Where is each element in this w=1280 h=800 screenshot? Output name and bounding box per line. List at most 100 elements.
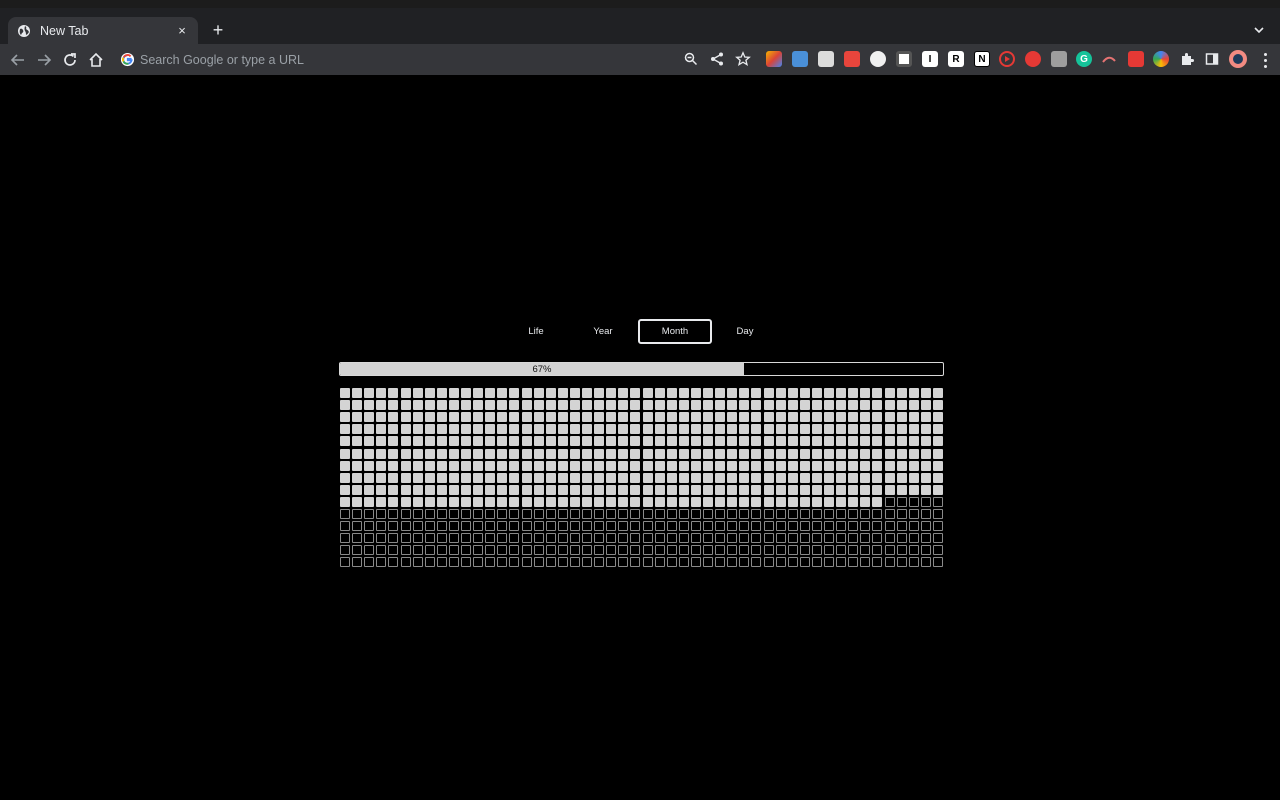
grid-cell [412, 388, 423, 398]
grid-cell [497, 509, 508, 519]
grid-cell [618, 388, 629, 398]
ext-icon-I[interactable]: I [922, 51, 938, 67]
ext-icon-2[interactable] [792, 51, 808, 67]
reload-icon[interactable] [61, 51, 79, 69]
ext-icon-4[interactable] [844, 51, 860, 67]
grid-cell [642, 412, 653, 423]
grid-cell [872, 460, 883, 471]
grid-cell [424, 533, 435, 544]
ext-icon-1[interactable] [766, 51, 782, 67]
grid-cell [799, 557, 810, 568]
grid-cell [400, 557, 411, 568]
ext-icon-colorwheel[interactable] [1153, 51, 1169, 67]
grid-cell [932, 412, 943, 423]
grid-cell [642, 509, 653, 519]
profile-avatar[interactable] [1229, 50, 1247, 68]
tab-close-button[interactable]: × [174, 23, 190, 38]
home-icon[interactable] [87, 51, 105, 69]
grid-cell [703, 484, 713, 495]
address-input[interactable] [140, 49, 640, 70]
mode-month-button[interactable]: Month [638, 319, 712, 344]
zoom-icon[interactable] [683, 51, 699, 67]
grid-cell [582, 557, 592, 568]
grid-cell [799, 509, 810, 519]
grid-cell [763, 448, 774, 459]
grid-cell [690, 496, 701, 507]
grid-cell [884, 484, 895, 495]
ext-icon-N[interactable]: N [974, 51, 990, 67]
grid-cell [908, 436, 919, 447]
browser-tab[interactable]: New Tab × [8, 17, 198, 44]
ext-icon-5[interactable] [870, 51, 886, 67]
grid-cell [811, 484, 822, 495]
ext-icon-6[interactable] [896, 51, 912, 67]
ext-icon-gray[interactable] [1051, 51, 1067, 67]
new-tab-button[interactable]: + [208, 20, 228, 40]
side-panel-icon[interactable] [1204, 51, 1220, 67]
omnibox[interactable] [112, 46, 672, 73]
grid-cell [340, 412, 350, 423]
mode-life-button[interactable]: Life [499, 319, 573, 344]
grid-cell [412, 400, 423, 411]
grid-cell [509, 460, 520, 471]
grid-cell [715, 460, 726, 471]
grid-cell [569, 424, 580, 435]
grid-cell [824, 472, 834, 483]
ext-icon-3[interactable] [818, 51, 834, 67]
grid-cell [436, 424, 447, 435]
grid-cell [521, 460, 532, 471]
grid-cell [376, 496, 387, 507]
grid-cell [932, 496, 943, 507]
grid-cell [521, 472, 532, 483]
tab-search-chevron-icon[interactable] [1250, 21, 1268, 39]
grid-cell [703, 472, 713, 483]
mode-day-button[interactable]: Day [708, 319, 782, 344]
bookmark-star-icon[interactable] [735, 51, 751, 67]
grid-cell [557, 448, 568, 459]
grid-cell [618, 496, 629, 507]
grid-cell [340, 472, 350, 483]
ext-icon-red[interactable] [1025, 51, 1041, 67]
grid-cell [436, 448, 447, 459]
kebab-menu-icon[interactable] [1258, 51, 1272, 69]
grid-cell [485, 460, 496, 471]
grid-cell [751, 484, 762, 495]
grid-cell [376, 436, 387, 447]
grid-cell [763, 400, 774, 411]
grid-cell [763, 533, 774, 544]
ext-icon-grammarly[interactable]: G [1076, 51, 1092, 67]
grid-cell [836, 448, 847, 459]
extensions-puzzle-icon[interactable] [1179, 51, 1195, 67]
forward-arrow-icon[interactable] [35, 51, 53, 69]
share-icon[interactable] [709, 51, 725, 67]
grid-cell [388, 472, 399, 483]
grid-cell [836, 509, 847, 519]
grid-cell [896, 521, 907, 532]
grid-cell [594, 496, 605, 507]
grid-cell [799, 388, 810, 398]
grid-cell [569, 388, 580, 398]
mode-year-button[interactable]: Year [566, 319, 640, 344]
grid-cell [376, 388, 387, 398]
grid-cell [703, 557, 713, 568]
grid-cell [400, 472, 411, 483]
grid-cell [364, 448, 375, 459]
ext-icon-swoosh[interactable] [1101, 51, 1117, 67]
back-arrow-icon[interactable] [9, 51, 27, 69]
grid-cell [606, 412, 617, 423]
grid-cell [908, 521, 919, 532]
ext-icon-dice[interactable] [1128, 51, 1144, 67]
grid-cell [836, 436, 847, 447]
grid-cell [860, 496, 871, 507]
grid-cell [739, 557, 750, 568]
grid-cell [715, 400, 726, 411]
grid-cell [461, 448, 471, 459]
grid-cell [364, 400, 375, 411]
ext-icon-play[interactable] [999, 51, 1015, 67]
ext-icon-R[interactable]: R [948, 51, 964, 67]
grid-cell [642, 472, 653, 483]
grid-cell [824, 460, 834, 471]
grid-cell [872, 400, 883, 411]
grid-cell [424, 557, 435, 568]
grid-cell [884, 533, 895, 544]
